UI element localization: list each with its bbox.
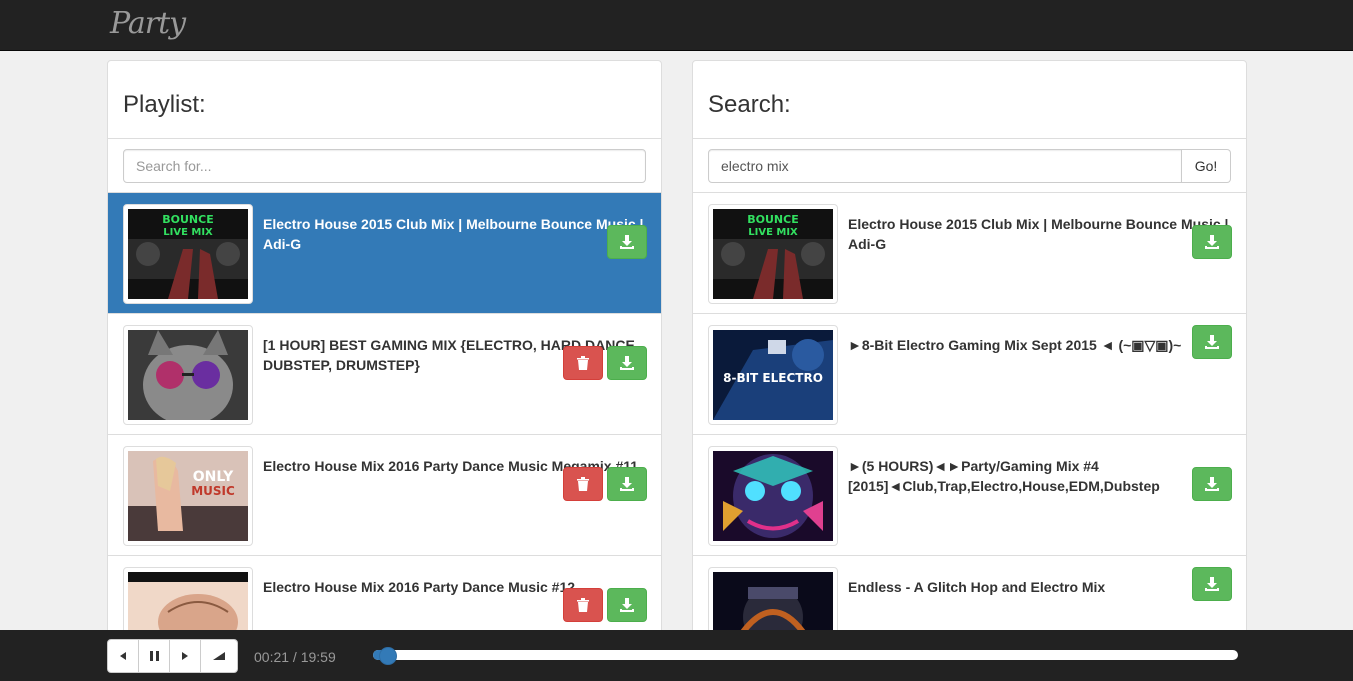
- playlist-item[interactable]: [1 HOUR] BEST GAMING MIX {ELECTRO, HARD …: [108, 314, 661, 435]
- playlist-search-input[interactable]: [123, 149, 646, 183]
- playlist-panel: Playlist: BOUNCELIVE MIX Electro House 2…: [107, 60, 662, 681]
- search-input-group: Go!: [708, 149, 1231, 183]
- search-result-title: Endless - A Glitch Hop and Electro Mix: [848, 579, 1106, 595]
- search-query-input[interactable]: [708, 149, 1182, 183]
- 8bit-electro-thumbnail: 8-BIT ELECTRO: [713, 330, 833, 420]
- search-result[interactable]: 8-BIT ELECTRO ►8-Bit Electro Gaming Mix …: [693, 314, 1246, 435]
- playlist-item[interactable]: BOUNCE LIVE MIX Electro House 2015 Club M…: [108, 193, 661, 314]
- pause-icon: [149, 651, 159, 661]
- search-heading: Search:: [693, 61, 1246, 139]
- bounce-live-mix-thumbnail: BOUNCE LIVE MIX: [713, 209, 833, 299]
- search-result[interactable]: BOUNCE LIVE MIX Electro House 2015 Club M…: [693, 193, 1246, 314]
- bounce-live-mix-thumbnail: BOUNCE LIVE MIX: [128, 209, 248, 299]
- download-icon: [1205, 477, 1219, 491]
- delete-button[interactable]: [563, 467, 603, 501]
- download-icon: [620, 598, 634, 612]
- search-result-title: ►8-Bit Electro Gaming Mix Sept 2015 ◄ (~…: [848, 337, 1182, 353]
- download-button[interactable]: [607, 467, 647, 501]
- video-thumbnail: BOUNCE LIVE MIX: [123, 204, 253, 304]
- download-button[interactable]: [607, 225, 647, 259]
- svg-text:LIVE MIX: LIVE MIX: [163, 227, 213, 238]
- search-title: Search:: [708, 91, 791, 118]
- download-icon: [1205, 335, 1219, 349]
- trash-icon: [577, 356, 589, 370]
- svg-text:BOUNCE: BOUNCE: [747, 213, 798, 226]
- download-button[interactable]: [1192, 225, 1232, 259]
- go-button[interactable]: Go!: [1182, 149, 1231, 183]
- search-result-title: ►(5 HOURS)◄►Party/Gaming Mix #4 [2015]◄C…: [848, 458, 1160, 494]
- volume-button[interactable]: [200, 639, 238, 673]
- only-music-thumbnail: ONLY MUSIC: [128, 451, 248, 541]
- neon-face-thumbnail: [713, 451, 833, 541]
- svg-text:MUSIC: MUSIC: [191, 484, 235, 498]
- navbar: Party: [0, 0, 1353, 51]
- search-result-title: Electro House 2015 Club Mix | Melbourne …: [848, 216, 1229, 252]
- svg-text:8-BIT ELECTRO: 8-BIT ELECTRO: [723, 371, 823, 385]
- video-thumbnail: [708, 446, 838, 546]
- trash-icon: [577, 598, 589, 612]
- video-thumbnail: BOUNCE LIVE MIX: [708, 204, 838, 304]
- delete-button[interactable]: [563, 588, 603, 622]
- brand-logo[interactable]: Party: [110, 6, 186, 41]
- download-icon: [1205, 235, 1219, 249]
- next-button[interactable]: [169, 639, 201, 673]
- progress-slider[interactable]: [373, 647, 1238, 665]
- prev-button[interactable]: [107, 639, 139, 673]
- download-icon: [620, 356, 634, 370]
- playlist-item[interactable]: ONLY MUSIC Electro House Mix 2016 Party D…: [108, 435, 661, 556]
- delete-button[interactable]: [563, 346, 603, 380]
- playback-time: 00:21 / 19:59: [254, 649, 336, 665]
- download-icon: [1205, 577, 1219, 591]
- playlist-filter-row: [108, 139, 661, 193]
- playlist-heading: Playlist:: [108, 61, 661, 139]
- prev-icon: [120, 652, 126, 660]
- svg-text:BOUNCE: BOUNCE: [162, 213, 213, 226]
- progress-knob[interactable]: [379, 647, 397, 665]
- download-icon: [620, 477, 634, 491]
- player-controls: [107, 639, 238, 673]
- download-button[interactable]: [1192, 325, 1232, 359]
- download-button[interactable]: [607, 588, 647, 622]
- cat-glasses-thumbnail: [128, 330, 248, 420]
- trash-icon: [577, 477, 589, 491]
- pause-button[interactable]: [138, 639, 170, 673]
- video-thumbnail: ONLY MUSIC: [123, 446, 253, 546]
- video-thumbnail: [123, 325, 253, 425]
- next-icon: [182, 652, 188, 660]
- playlist-title: Playlist:: [123, 91, 206, 118]
- volume-icon: [213, 652, 225, 660]
- search-result[interactable]: ►(5 HOURS)◄►Party/Gaming Mix #4 [2015]◄C…: [693, 435, 1246, 556]
- download-icon: [620, 235, 634, 249]
- player-bar: 00:21 / 19:59: [0, 630, 1353, 681]
- download-button[interactable]: [1192, 567, 1232, 601]
- search-query-row: Go!: [693, 139, 1246, 193]
- svg-text:LIVE MIX: LIVE MIX: [748, 227, 798, 238]
- search-panel: Search: Go! BOUNCELIVE MIX Electro House…: [692, 60, 1247, 681]
- download-button[interactable]: [1192, 467, 1232, 501]
- playlist-item-title: Electro House 2015 Club Mix | Melbourne …: [263, 216, 644, 252]
- video-thumbnail: 8-BIT ELECTRO: [708, 325, 838, 425]
- svg-text:ONLY: ONLY: [193, 469, 234, 485]
- download-button[interactable]: [607, 346, 647, 380]
